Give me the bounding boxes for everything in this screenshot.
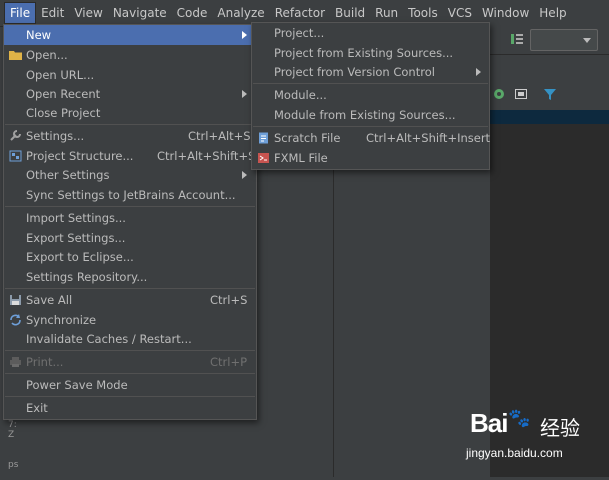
window-icon[interactable] [514, 87, 528, 101]
selection-strip [490, 110, 609, 124]
menu-code[interactable]: Code [172, 3, 213, 23]
menu-item-settings[interactable]: Settings... Ctrl+Alt+S [4, 126, 256, 146]
menu-separator [5, 350, 255, 351]
menu-item-print[interactable]: Print... Ctrl+P [4, 352, 256, 372]
menu-item-open-recent[interactable]: Open Recent [4, 84, 256, 104]
filter-icon[interactable] [543, 87, 557, 101]
menu-item-save-all[interactable]: Save All Ctrl+S [4, 290, 256, 310]
wrench-icon [10, 130, 21, 141]
print-icon [10, 357, 21, 367]
menu-item-project-structure[interactable]: Project Structure... Ctrl+Alt+Shift+S [4, 146, 256, 166]
menu-edit[interactable]: Edit [36, 3, 69, 23]
submenu-item-project-vcs[interactable]: Project from Version Control [252, 62, 489, 82]
menu-item-exit[interactable]: Exit [4, 398, 256, 418]
menu-separator [5, 396, 255, 397]
submenu-item-fxml-file[interactable]: FXML File [252, 148, 489, 168]
file-menu: New Open... Open URL... Open Recent Clos… [3, 24, 257, 420]
menu-window[interactable]: Window [477, 3, 534, 23]
menu-item-new[interactable]: New [4, 25, 256, 45]
menu-vcs[interactable]: VCS [443, 3, 477, 23]
menu-navigate[interactable]: Navigate [108, 3, 172, 23]
project-structure-icon [9, 150, 22, 162]
menu-item-settings-repository[interactable]: Settings Repository... [4, 267, 256, 287]
menu-separator [5, 124, 255, 125]
menu-item-other-settings[interactable]: Other Settings [4, 165, 256, 185]
menu-item-synchronize[interactable]: Synchronize [4, 310, 256, 330]
scratch-file-icon [259, 132, 268, 144]
menu-item-export-eclipse[interactable]: Export to Eclipse... [4, 247, 256, 267]
submenu-item-module[interactable]: Module... [252, 85, 489, 105]
menu-separator [5, 288, 255, 289]
new-submenu: Project... Project from Existing Sources… [251, 22, 490, 170]
menu-view[interactable]: View [69, 3, 107, 23]
folder-icon [9, 51, 22, 60]
menu-item-close-project[interactable]: Close Project [4, 103, 256, 123]
watermark-logo: Bai [470, 408, 508, 438]
panel-divider [333, 168, 334, 477]
submenu-arrow-icon [242, 90, 247, 98]
project-panel [255, 168, 333, 477]
fxml-file-icon [258, 153, 269, 163]
menu-separator [5, 373, 255, 374]
menu-item-invalidate-caches[interactable]: Invalidate Caches / Restart... [4, 329, 256, 349]
save-icon [10, 295, 21, 305]
watermark-url: jingyan.baidu.com [466, 446, 563, 460]
submenu-item-module-existing[interactable]: Module from Existing Sources... [252, 105, 489, 125]
side-tab-structure[interactable]: 7: Z [8, 420, 22, 440]
menu-file[interactable]: File [4, 2, 37, 24]
submenu-item-project-existing[interactable]: Project from Existing Sources... [252, 43, 489, 63]
submenu-arrow-icon [242, 171, 247, 179]
menu-separator [5, 206, 255, 207]
run-config-dropdown[interactable] [530, 29, 598, 51]
baidu-jingyan-watermark: Bai 🐾 经验 jingyan.baidu.com [462, 408, 602, 468]
menu-item-import-settings[interactable]: Import Settings... [4, 208, 256, 228]
left-gutter [0, 418, 6, 477]
menu-separator [253, 83, 488, 84]
menu-build[interactable]: Build [330, 3, 370, 23]
watermark-cn-text: 经验 [540, 416, 580, 440]
menu-run[interactable]: Run [370, 3, 403, 23]
menu-item-sync-settings[interactable]: Sync Settings to JetBrains Account... [4, 185, 256, 205]
menu-item-open[interactable]: Open... [4, 45, 256, 65]
gear-green-icon[interactable] [492, 87, 506, 101]
side-tab-ps[interactable]: ps [8, 460, 22, 480]
menu-item-power-save[interactable]: Power Save Mode [4, 375, 256, 395]
binary-icon[interactable] [510, 32, 524, 46]
submenu-arrow-icon [242, 31, 247, 39]
menu-separator [253, 126, 488, 127]
menu-analyze[interactable]: Analyze [212, 3, 269, 23]
menu-item-export-settings[interactable]: Export Settings... [4, 228, 256, 248]
paw-icon: 🐾 [508, 408, 531, 429]
chevron-down-icon [583, 38, 591, 43]
sync-icon [10, 314, 21, 326]
menu-item-open-url[interactable]: Open URL... [4, 65, 256, 85]
menu-tools[interactable]: Tools [403, 3, 443, 23]
menu-help[interactable]: Help [534, 3, 571, 23]
menu-refactor[interactable]: Refactor [270, 3, 330, 23]
submenu-arrow-icon [476, 68, 481, 76]
submenu-item-project[interactable]: Project... [252, 23, 489, 43]
submenu-item-scratch-file[interactable]: Scratch File Ctrl+Alt+Shift+Insert [252, 128, 490, 148]
